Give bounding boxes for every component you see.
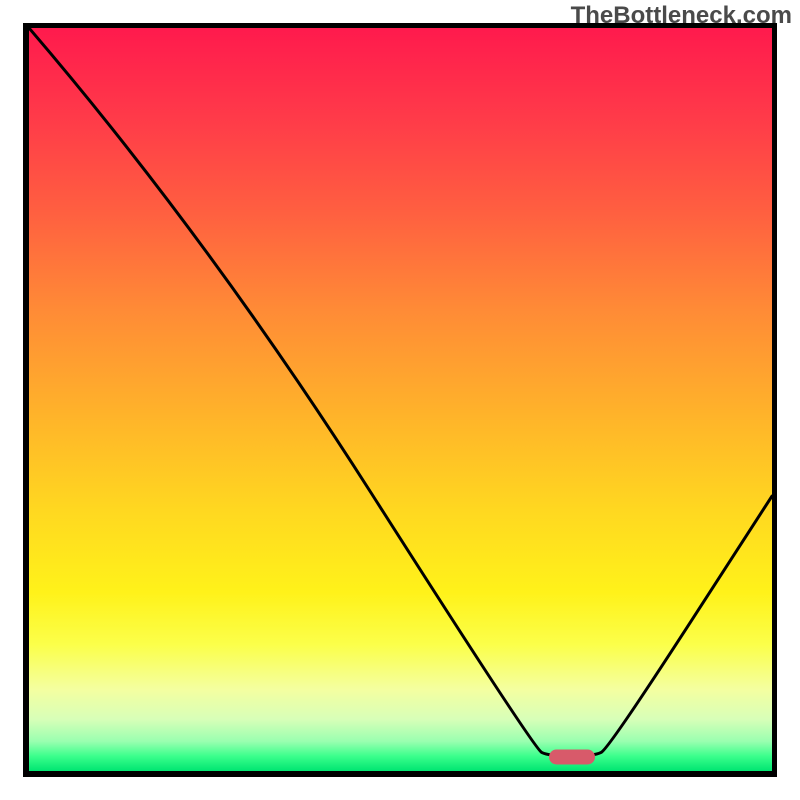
chart-container: TheBottleneck.com <box>0 0 800 800</box>
optimal-marker <box>549 750 595 765</box>
bottleneck-curve <box>29 28 772 771</box>
curve-path <box>29 28 772 756</box>
watermark-text: TheBottleneck.com <box>571 2 792 30</box>
plot-frame <box>23 23 777 777</box>
